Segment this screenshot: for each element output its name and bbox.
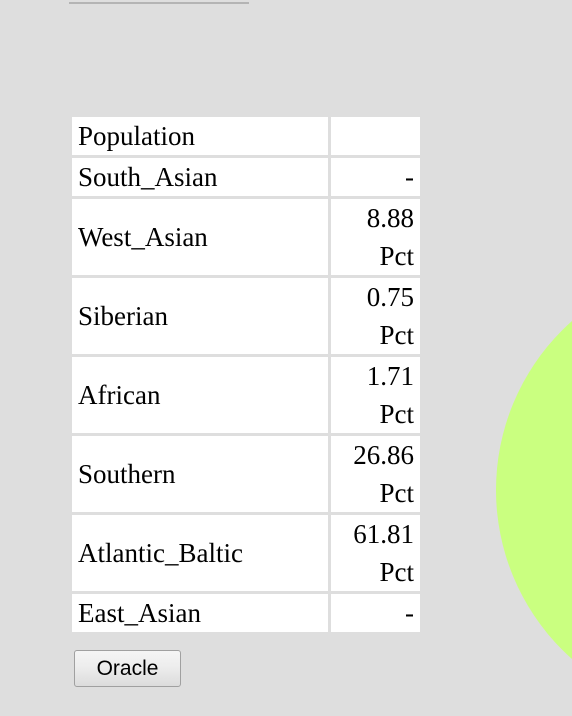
- table-row: East_Asian -: [72, 594, 420, 632]
- population-label: Atlantic_Baltic: [72, 515, 329, 591]
- value-unit: Pct: [379, 399, 414, 429]
- value-unit: Pct: [379, 320, 414, 350]
- population-value: 8.88 Pct: [331, 199, 420, 275]
- population-value: -: [331, 594, 420, 632]
- population-value: 61.81 Pct: [331, 515, 420, 591]
- oracle-button[interactable]: Oracle: [74, 650, 181, 687]
- value-number: 8.88: [366, 203, 414, 233]
- population-label: Siberian: [72, 278, 329, 354]
- value-unit: Pct: [379, 241, 414, 271]
- green-circle-decoration: [496, 264, 572, 716]
- column-header-value: [331, 117, 420, 155]
- table-row: Siberian 0.75 Pct: [72, 278, 420, 354]
- table-row: South_Asian -: [72, 158, 420, 196]
- value-number: 1.71: [366, 361, 414, 391]
- population-label: East_Asian: [72, 594, 329, 632]
- table-row: African 1.71 Pct: [72, 357, 420, 433]
- population-value: 26.86 Pct: [331, 436, 420, 512]
- cut-off-element-rule: [69, 2, 249, 4]
- population-label: South_Asian: [72, 158, 329, 196]
- page-root: Population South_Asian - West_Asian 8.88…: [0, 0, 572, 716]
- population-value: 1.71 Pct: [331, 357, 420, 433]
- value-number: -: [405, 598, 414, 628]
- population-label: Southern: [72, 436, 329, 512]
- table-row: West_Asian 8.88 Pct: [72, 199, 420, 275]
- column-header-population: Population: [72, 117, 329, 155]
- table-body: Population South_Asian - West_Asian 8.88…: [72, 117, 420, 632]
- admixture-results-table: Population South_Asian - West_Asian 8.88…: [69, 114, 423, 635]
- value-number: -: [405, 162, 414, 192]
- value-number: 61.81: [353, 519, 414, 549]
- population-value: 0.75 Pct: [331, 278, 420, 354]
- table-header-row: Population: [72, 117, 420, 155]
- value-unit: Pct: [379, 478, 414, 508]
- population-label: West_Asian: [72, 199, 329, 275]
- value-number: 26.86: [353, 440, 414, 470]
- population-value: -: [331, 158, 420, 196]
- value-unit: Pct: [379, 557, 414, 587]
- table-row: Atlantic_Baltic 61.81 Pct: [72, 515, 420, 591]
- population-label: African: [72, 357, 329, 433]
- value-number: 0.75: [366, 282, 414, 312]
- table-row: Southern 26.86 Pct: [72, 436, 420, 512]
